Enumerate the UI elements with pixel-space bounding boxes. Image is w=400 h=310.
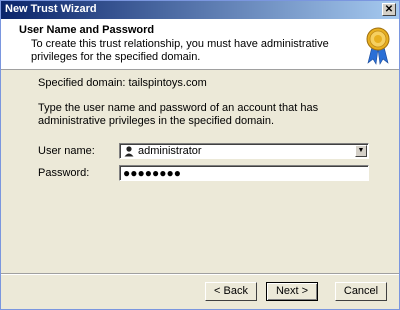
page-subtitle: To create this trust relationship, you m… (31, 38, 329, 63)
back-button[interactable]: < Back (205, 282, 257, 301)
close-button[interactable]: ✕ (382, 3, 396, 16)
cancel-button[interactable]: Cancel (335, 282, 387, 301)
instructions-text: Type the user name and password of an ac… (38, 102, 319, 127)
footer-divider (1, 273, 399, 275)
wizard-body: Specified domain: tailspintoys.com Type … (1, 70, 399, 278)
certificate-medal-icon (366, 27, 390, 65)
password-label: Password: (38, 167, 90, 179)
password-value: ●●●●●●●● (123, 166, 181, 180)
specified-domain-text: Specified domain: tailspintoys.com (38, 77, 207, 89)
username-combobox[interactable]: administrator ▼ (119, 143, 369, 159)
password-field[interactable]: ●●●●●●●● (119, 165, 369, 181)
page-title: User Name and Password (19, 24, 155, 36)
user-icon (124, 146, 134, 157)
dropdown-arrow-icon[interactable]: ▼ (355, 145, 367, 157)
username-value: administrator (138, 145, 202, 157)
title-bar[interactable]: New Trust Wizard ✕ (1, 1, 399, 19)
wizard-header: User Name and Password To create this tr… (1, 19, 399, 70)
window-title: New Trust Wizard (5, 3, 97, 15)
wizard-window: New Trust Wizard ✕ User Name and Passwor… (0, 0, 400, 310)
next-button[interactable]: Next > (266, 282, 318, 301)
username-label: User name: (38, 145, 95, 157)
